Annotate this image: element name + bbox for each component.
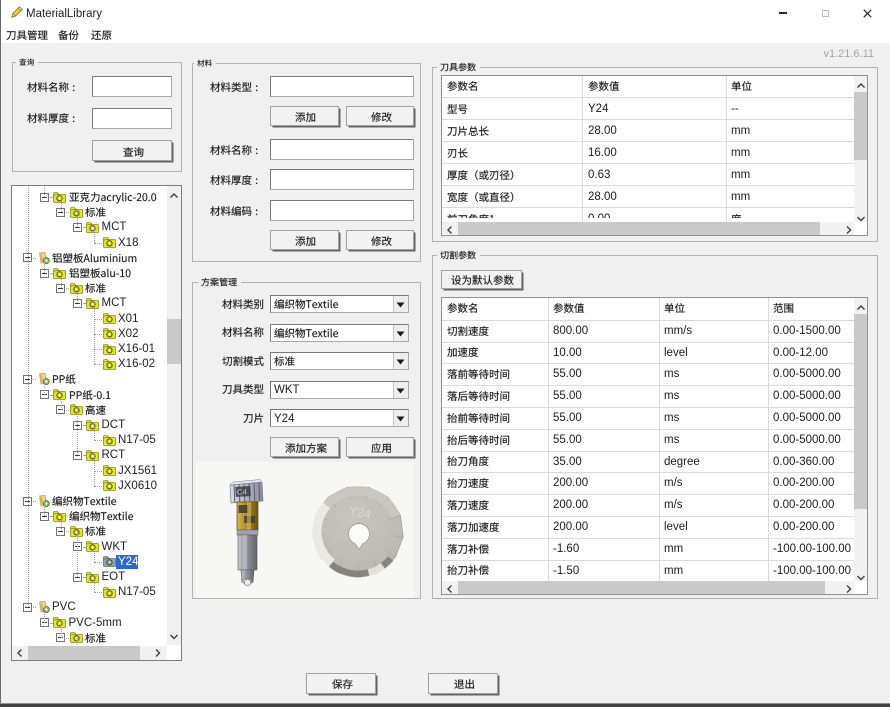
svg-text:C4: C4 (237, 487, 247, 496)
